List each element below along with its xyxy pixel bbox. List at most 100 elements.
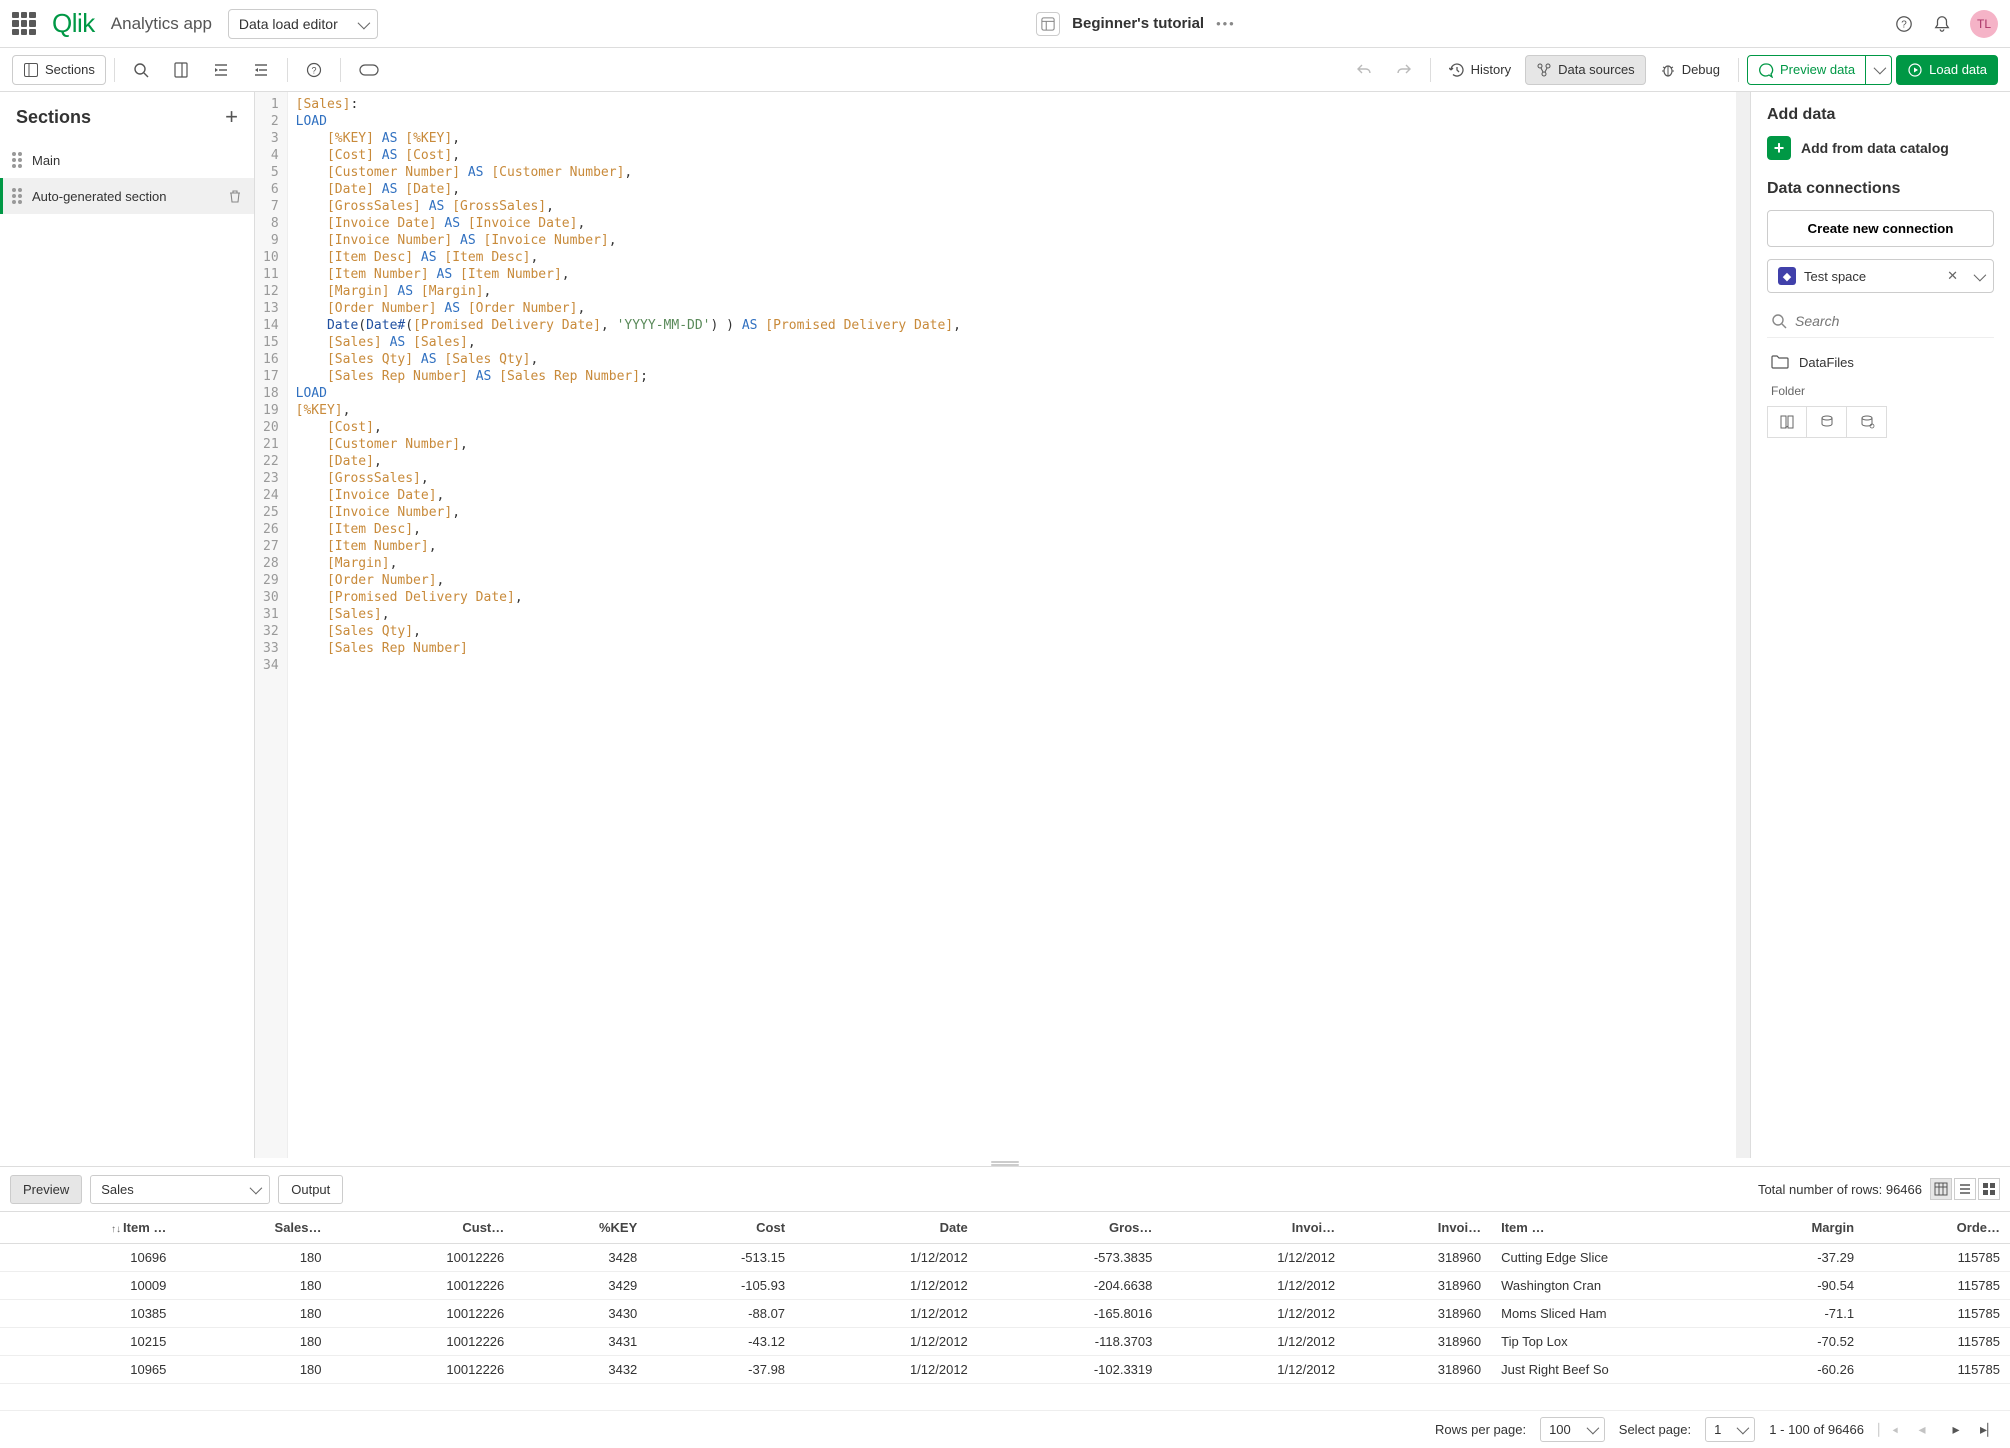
sections-toggle-button[interactable]: Sections	[12, 55, 106, 85]
data-sources-button[interactable]: Data sources	[1525, 55, 1646, 85]
column-header[interactable]: Gros…	[978, 1212, 1163, 1244]
redo-button[interactable]	[1386, 56, 1422, 84]
table-row[interactable]: 10215180100122263431-43.121/12/2012-118.…	[0, 1328, 2010, 1356]
add-section-button[interactable]: +	[225, 104, 238, 130]
app-sheet-icon	[1036, 12, 1060, 36]
column-header[interactable]: ↑↓Item …	[0, 1212, 176, 1244]
preview-data-dropdown[interactable]	[1866, 55, 1892, 85]
help-icon[interactable]: ?	[1894, 14, 1914, 34]
column-header[interactable]: Invoi…	[1162, 1212, 1345, 1244]
total-rows-label: Total number of rows: 96466	[1758, 1182, 1922, 1197]
debug-icon	[1660, 62, 1676, 78]
add-from-catalog-button[interactable]: + Add from data catalog	[1767, 136, 1994, 160]
table-row[interactable]: 10965180100122263432-37.981/12/2012-102.…	[0, 1356, 2010, 1384]
chevron-down-icon	[1974, 269, 1983, 284]
search-button[interactable]	[123, 56, 159, 84]
mode-label: Data load editor	[239, 16, 338, 32]
preview-table: ↑↓Item …Sales…Cust…%KEYCostDateGros…Invo…	[0, 1212, 2010, 1384]
table-select-label: Sales	[101, 1182, 134, 1197]
prev-page-button[interactable]: ◂	[1912, 1421, 1932, 1438]
chevron-down-icon	[1587, 1422, 1596, 1437]
folder-icon	[1771, 354, 1789, 370]
column-header[interactable]: Sales…	[176, 1212, 331, 1244]
load-data-button[interactable]: Load data	[1896, 55, 1998, 85]
more-options-icon[interactable]: •••	[1216, 16, 1236, 31]
last-page-button[interactable]: ▸⎸	[1980, 1421, 2000, 1438]
chevron-down-icon	[1737, 1422, 1746, 1437]
help-inline-button[interactable]: ?	[296, 56, 332, 84]
create-connection-button[interactable]: Create new connection	[1767, 210, 1994, 247]
table-selector[interactable]: Sales	[90, 1175, 270, 1204]
horizontal-splitter[interactable]	[0, 1158, 2010, 1166]
datafiles-label: DataFiles	[1799, 355, 1854, 370]
indent-button[interactable]	[203, 56, 239, 84]
history-icon	[1449, 62, 1465, 78]
logo: Qlik	[52, 8, 95, 39]
select-page-label: Select page:	[1619, 1422, 1691, 1437]
data-sources-icon	[1536, 62, 1552, 78]
column-header[interactable]: Cost	[647, 1212, 795, 1244]
history-button[interactable]: History	[1439, 56, 1521, 84]
drag-handle-icon[interactable]	[12, 152, 22, 168]
search-input[interactable]	[1795, 313, 1990, 329]
preview-tab[interactable]: Preview	[10, 1175, 82, 1204]
page-selector[interactable]: 1	[1705, 1417, 1755, 1442]
table-row[interactable]: 10009180100122263429-105.931/12/2012-204…	[0, 1272, 2010, 1300]
select-data-icon[interactable]	[1767, 406, 1807, 438]
play-icon	[1907, 62, 1923, 78]
column-header[interactable]: Invoi…	[1345, 1212, 1491, 1244]
space-selector[interactable]: ◆ Test space ✕	[1767, 259, 1994, 293]
mode-selector[interactable]: Data load editor	[228, 9, 378, 39]
column-header[interactable]: Margin	[1720, 1212, 1864, 1244]
svg-text:?: ?	[311, 65, 316, 75]
column-header[interactable]: Orde…	[1864, 1212, 2010, 1244]
debug-button[interactable]: Debug	[1650, 56, 1730, 84]
column-header[interactable]: Cust…	[332, 1212, 515, 1244]
plus-icon: +	[1767, 136, 1791, 160]
section-item[interactable]: Auto-generated section	[0, 178, 254, 214]
preview-data-button[interactable]: Preview data	[1747, 55, 1866, 85]
undo-button[interactable]	[1346, 56, 1382, 84]
column-header[interactable]: %KEY	[514, 1212, 647, 1244]
rows-per-page-selector[interactable]: 100	[1540, 1417, 1605, 1442]
outdent-button[interactable]	[243, 56, 279, 84]
connection-datafiles[interactable]: DataFiles	[1767, 346, 1994, 378]
first-page-button[interactable]: ⎸◂	[1878, 1421, 1898, 1438]
app-launcher-icon[interactable]	[12, 12, 36, 36]
editor-scrollbar[interactable]	[1736, 92, 1750, 1158]
load-data-label: Load data	[1929, 62, 1987, 77]
view-list-icon[interactable]	[1954, 1178, 1976, 1200]
user-avatar[interactable]: TL	[1970, 10, 1998, 38]
notifications-icon[interactable]	[1932, 14, 1952, 34]
tag-button[interactable]	[349, 57, 389, 83]
column-header[interactable]: Date	[795, 1212, 978, 1244]
clear-space-icon[interactable]: ✕	[1947, 268, 1958, 284]
add-data-heading: Add data	[1767, 106, 1994, 124]
comment-button[interactable]	[163, 56, 199, 84]
output-tab[interactable]: Output	[278, 1175, 343, 1204]
section-item[interactable]: Main	[0, 142, 254, 178]
section-label: Auto-generated section	[32, 189, 166, 204]
insert-script-icon[interactable]	[1807, 406, 1847, 438]
svg-text:?: ?	[1901, 19, 1907, 30]
table-row[interactable]: 10385180100122263430-88.071/12/2012-165.…	[0, 1300, 2010, 1328]
section-label: Main	[32, 153, 60, 168]
rows-per-page-label: Rows per page:	[1435, 1422, 1526, 1437]
table-row[interactable]: 10696180100122263428-513.151/12/2012-573…	[0, 1244, 2010, 1272]
delete-section-icon[interactable]	[228, 189, 242, 203]
chevron-down-icon	[250, 1182, 259, 1197]
document-title: Beginner's tutorial	[1072, 15, 1204, 32]
space-label: Test space	[1804, 269, 1866, 284]
next-page-button[interactable]: ▸	[1946, 1421, 1966, 1438]
script-editor[interactable]: 1234567891011121314151617181920212223242…	[255, 92, 1736, 1158]
preview-data-label: Preview data	[1780, 62, 1855, 77]
edit-connection-icon[interactable]	[1847, 406, 1887, 438]
view-table-icon[interactable]	[1930, 1178, 1952, 1200]
page-range-label: 1 - 100 of 96466	[1769, 1422, 1864, 1437]
column-header[interactable]: Item …	[1491, 1212, 1720, 1244]
view-grid-icon[interactable]	[1978, 1178, 2000, 1200]
drag-handle-icon[interactable]	[12, 188, 22, 204]
chevron-down-icon	[358, 16, 367, 32]
connection-search[interactable]	[1767, 305, 1994, 338]
sections-heading: Sections	[16, 107, 91, 128]
